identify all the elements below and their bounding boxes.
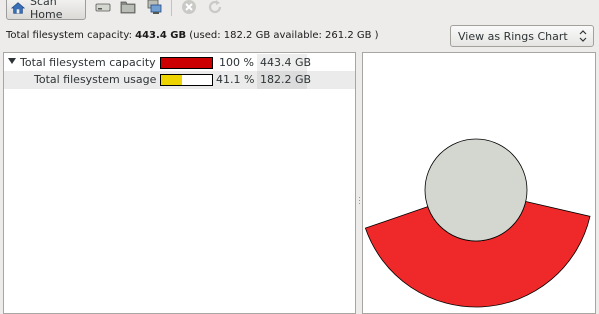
summary-capacity: 443.4 GB <box>135 30 187 41</box>
scan-home-label: Scan Home <box>30 0 63 21</box>
rings-center-disc[interactable] <box>424 138 528 242</box>
tree-row[interactable]: Total filesystem usage 41.1 % 182.2 GB <box>4 71 355 89</box>
splitter-grip <box>359 203 360 204</box>
summary-prefix: Total filesystem capacity: <box>6 30 136 41</box>
remote-folder-icon <box>147 0 162 14</box>
expander-arrow-icon[interactable] <box>8 58 16 64</box>
row-percent: 41.1 % <box>216 73 255 86</box>
scan-home-button[interactable]: Scan Home <box>6 0 86 21</box>
usage-bar-fill <box>161 75 182 85</box>
filesystem-summary: Total filesystem capacity: 443.4 GB (use… <box>6 30 379 41</box>
toolbar-separator <box>171 0 172 16</box>
row-name: Total filesystem usage <box>34 73 157 86</box>
tree-row[interactable]: Total filesystem capacity 100 % 443.4 GB <box>4 54 355 72</box>
view-mode-select[interactable]: View as Rings Chart <box>450 25 594 47</box>
summary-details: (used: 182.2 GB available: 261.2 GB ) <box>186 30 379 41</box>
usage-bar <box>160 57 213 69</box>
view-mode-value: View as Rings Chart <box>458 29 568 43</box>
refresh-button[interactable] <box>206 0 224 16</box>
rings-chart[interactable] <box>363 53 595 313</box>
row-name: Total filesystem capacity <box>20 56 156 69</box>
splitter-grip <box>359 200 360 201</box>
rings-chart-panel[interactable] <box>362 52 596 314</box>
scan-filesystem-button[interactable] <box>94 0 112 16</box>
toolbar: Scan Home <box>0 0 599 22</box>
folder-icon <box>120 1 136 14</box>
row-size: 182.2 GB <box>257 71 311 89</box>
disk-icon <box>95 3 111 12</box>
usage-tree-view[interactable]: Total filesystem capacity 100 % 443.4 GB… <box>3 52 356 314</box>
home-icon <box>11 2 26 14</box>
row-size: 443.4 GB <box>257 54 311 72</box>
scan-remote-folder-button[interactable] <box>145 0 163 16</box>
scan-folder-button[interactable] <box>119 0 137 16</box>
usage-bar-fill <box>161 58 212 68</box>
stop-icon <box>182 0 196 14</box>
splitter-grip <box>359 197 360 198</box>
refresh-icon <box>208 0 222 14</box>
usage-bar <box>160 74 213 86</box>
chevron-updown-icon <box>579 30 587 42</box>
row-percent: 100 % <box>219 56 254 69</box>
stop-button[interactable] <box>180 0 198 16</box>
pane-splitter[interactable] <box>358 52 361 314</box>
